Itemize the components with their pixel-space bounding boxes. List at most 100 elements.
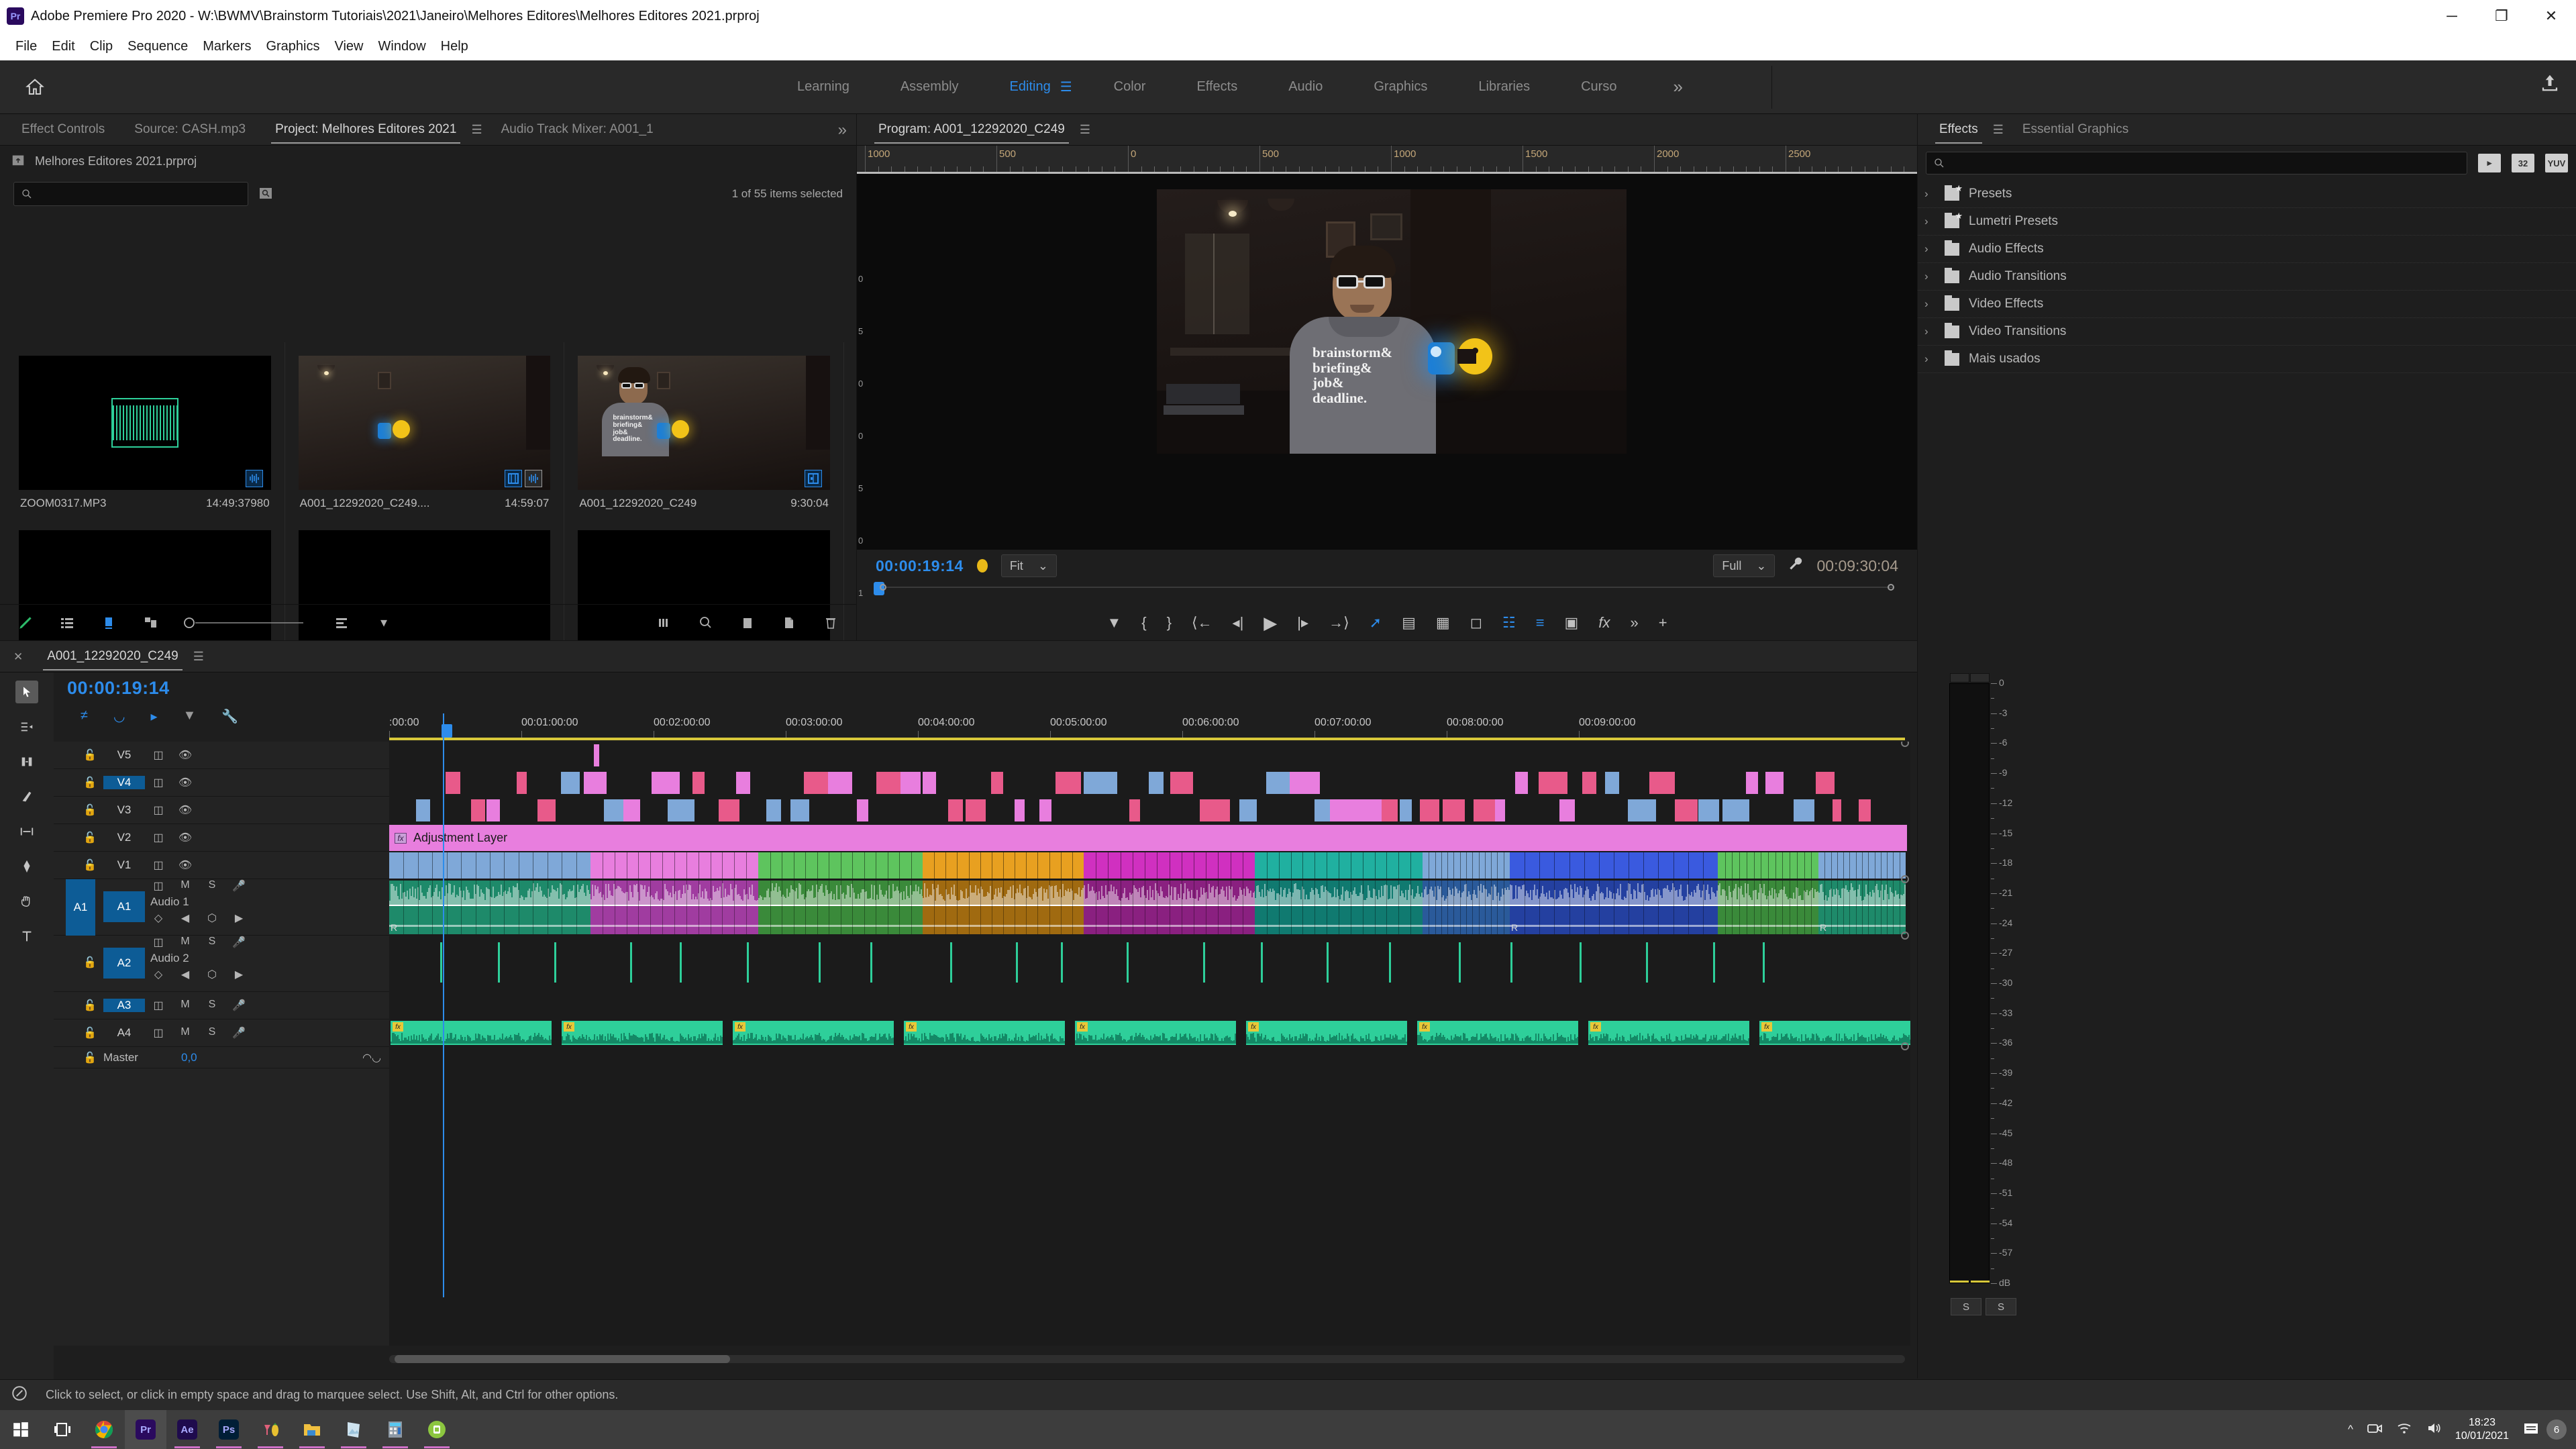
timeline-audio-marker[interactable] [498, 942, 500, 983]
lock-icon[interactable]: 🔓 [76, 803, 103, 817]
track-select-tool[interactable] [15, 715, 38, 738]
timeline-clip[interactable] [1539, 772, 1568, 794]
delete-icon[interactable] [821, 613, 840, 632]
track-name-a4[interactable]: A4 [103, 1026, 145, 1040]
timeline-clip[interactable] [1084, 852, 1255, 879]
track-resize-handle[interactable] [1901, 875, 1909, 883]
eye-icon[interactable]: 👁 [172, 776, 199, 789]
pen-icon[interactable] [16, 613, 35, 632]
timeline-audio-clip[interactable]: fx [1075, 1021, 1236, 1045]
timeline-audio-clip[interactable]: fx [904, 1021, 1065, 1045]
workspace-tab-assembly[interactable]: Assembly [875, 79, 984, 95]
timeline-audio-marker[interactable] [1713, 942, 1715, 983]
new-item-icon[interactable] [780, 613, 798, 632]
track-name-v1[interactable]: V1 [103, 858, 145, 872]
yuv-filter-button[interactable]: YUV [2545, 154, 2568, 172]
timeline-clip[interactable] [1495, 799, 1505, 821]
nest-toggle-icon[interactable]: ≠ [81, 708, 88, 725]
timeline-horizontal-scrollbar[interactable] [389, 1355, 1905, 1363]
timeline-audio-marker[interactable] [440, 942, 442, 983]
timeline-clip[interactable] [719, 799, 739, 821]
windows-start-icon[interactable] [0, 1410, 42, 1449]
timeline-audio-clip[interactable]: fx [1246, 1021, 1407, 1045]
freeform-view-icon[interactable] [141, 613, 160, 632]
menu-item-file[interactable]: File [8, 38, 44, 56]
timeline-clip[interactable] [923, 772, 936, 794]
track-header-v1[interactable]: 🔓V1◫👁 [54, 852, 389, 879]
show-hidden-icons-chevron[interactable]: ^ [2348, 1423, 2353, 1436]
project-item[interactable]: A001_12292020_C249....14:59:07 [285, 342, 565, 517]
premiere-pro-icon[interactable]: Pr [125, 1410, 166, 1449]
drinks-icon[interactable] [250, 1410, 291, 1449]
timeline-clip[interactable] [758, 852, 923, 879]
chevron-right-icon[interactable]: › [1924, 187, 1935, 201]
timeline-clip[interactable] [1515, 772, 1527, 794]
tab-project-melhores-editores-2021[interactable]: Project: Melhores Editores 2021 [260, 122, 471, 145]
timeline-clip[interactable] [1559, 799, 1576, 821]
sort-icon[interactable] [333, 613, 352, 632]
taskbar-clock[interactable]: 18:23 10/01/2021 [2455, 1416, 2509, 1443]
timeline-clip[interactable] [1816, 772, 1835, 794]
sync-lock-icon[interactable]: ◫ [145, 776, 172, 789]
new-bin-icon[interactable] [738, 613, 757, 632]
mute-button[interactable]: M [172, 1026, 199, 1040]
add-marker-icon[interactable]: ▼ [1106, 614, 1121, 632]
track-header-master[interactable]: 🔓Master0,0◠◡ [54, 1047, 389, 1068]
eye-icon[interactable]: 👁 [172, 803, 199, 817]
track-resize-handle[interactable] [1901, 932, 1909, 940]
timeline-audio-marker[interactable] [1763, 942, 1765, 983]
home-icon[interactable] [16, 68, 54, 106]
go-to-in-icon[interactable]: ⟨← [1192, 614, 1213, 632]
timeline-audio-clip[interactable] [923, 881, 1084, 934]
sync-lock-icon[interactable]: ◫ [145, 999, 172, 1012]
ripple-edit-tool[interactable] [15, 750, 38, 773]
timeline-clip[interactable] [1170, 772, 1193, 794]
timeline-clip[interactable] [1649, 772, 1675, 794]
timeline-clip[interactable] [1722, 799, 1749, 821]
track-name-v4[interactable]: V4 [103, 776, 145, 789]
timeline-clip[interactable] [1582, 772, 1596, 794]
sync-lock-icon[interactable]: ◫ [145, 831, 172, 844]
close-button[interactable]: ✕ [2526, 0, 2576, 32]
effects-tree-row-video-effects[interactable]: ›Video Effects [1918, 291, 2576, 318]
timeline-audio-clip[interactable]: fx [733, 1021, 894, 1045]
menu-item-window[interactable]: Window [371, 38, 433, 56]
chevron-right-icon[interactable]: › [1924, 297, 1935, 311]
project-root-icon[interactable] [11, 152, 25, 170]
timeline-clip[interactable] [623, 799, 640, 821]
marker-dot-icon[interactable] [977, 559, 988, 572]
timeline-clip[interactable] [1330, 799, 1360, 821]
effects-tree-row-mais-usados[interactable]: ›Mais usados [1918, 346, 2576, 373]
timeline-clip[interactable] [416, 799, 430, 821]
add-keyframe-icon[interactable]: ⬡ [199, 911, 225, 925]
timeline-audio-clip[interactable] [758, 881, 923, 934]
zoom-level-dropdown[interactable]: Fit ⌄ [1001, 554, 1057, 577]
timeline-audio-marker[interactable] [1459, 942, 1461, 983]
timeline-audio-marker[interactable] [1327, 942, 1329, 983]
timeline-audio-clip[interactable]: fx [1417, 1021, 1578, 1045]
mic-icon[interactable]: 🎤 [225, 936, 252, 949]
workspace-tab-graphics[interactable]: Graphics [1348, 79, 1453, 95]
sync-lock-icon[interactable]: ◫ [145, 879, 172, 893]
lock-icon[interactable]: 🔓 [76, 1051, 103, 1064]
prev-keyframe-icon[interactable]: ◀ [172, 968, 199, 981]
timeline-clip[interactable] [668, 799, 694, 821]
timeline-clip[interactable] [1765, 772, 1783, 794]
clip-adjustment-layer[interactable]: fxAdjustment Layer [389, 825, 1907, 851]
tab-effects[interactable]: Effects [1924, 122, 1993, 145]
timeline-clip[interactable] [1698, 799, 1720, 821]
timeline-clip[interactable] [1420, 799, 1439, 821]
step-back-icon[interactable]: ◂| [1233, 614, 1244, 632]
program-current-timecode[interactable]: 00:00:19:14 [876, 557, 964, 575]
hand-tool[interactable] [15, 890, 38, 913]
eye-icon[interactable]: 👁 [172, 831, 199, 844]
timeline-clip[interactable] [1055, 772, 1082, 794]
timeline-audio-marker[interactable] [554, 942, 556, 983]
wifi-icon[interactable] [2396, 1421, 2412, 1439]
keyframe-icon[interactable]: ◇ [145, 968, 172, 981]
scrub-end-handle[interactable] [1888, 584, 1894, 591]
timeline-audio-clip[interactable]: fx [1759, 1021, 1910, 1045]
mic-icon[interactable]: 🎤 [225, 1026, 252, 1040]
zoom-slider-icon[interactable] [183, 613, 310, 632]
workspace-tab-editing[interactable]: Editing [984, 79, 1060, 95]
